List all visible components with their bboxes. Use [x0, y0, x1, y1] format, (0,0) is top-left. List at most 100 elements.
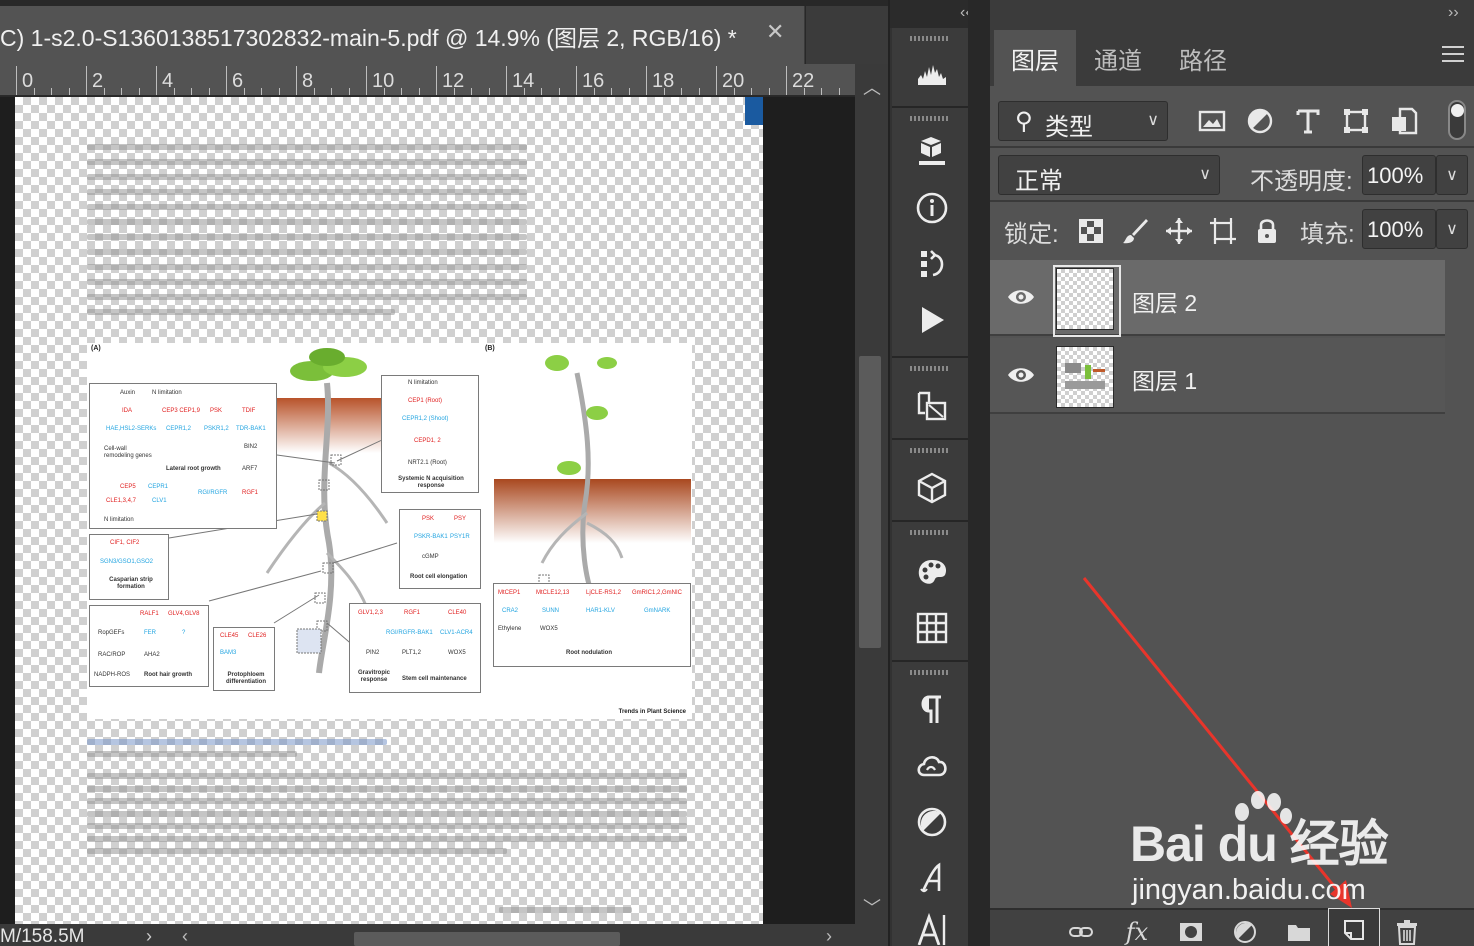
- horizontal-ruler[interactable]: 0 2 4 6 8 10 12 14 16 18 20 22: [0, 64, 855, 96]
- new-adjustment-layer-icon[interactable]: [1230, 918, 1260, 946]
- character-icon[interactable]: [912, 858, 952, 898]
- new-group-folder-icon[interactable]: [1284, 918, 1314, 946]
- tab-layers[interactable]: 图层: [994, 30, 1076, 86]
- history-icon[interactable]: [912, 244, 952, 284]
- layer-thumbnail[interactable]: [1056, 346, 1114, 408]
- figure-box-stem-cell: GLV1,2,3 RGF1 CLE40 RGI/RGFR-BAK1 CLV1-A…: [349, 603, 481, 693]
- visibility-eye-icon[interactable]: [1006, 364, 1036, 386]
- ruler-number: 6: [232, 70, 244, 92]
- grip-handle[interactable]: [910, 366, 950, 371]
- color-palette-icon[interactable]: [912, 552, 952, 592]
- lock-label: 锁定:: [1004, 221, 1059, 248]
- tab-paths[interactable]: 路径: [1160, 30, 1246, 86]
- link-layers-icon[interactable]: [1066, 918, 1096, 946]
- lock-all-padlock-icon[interactable]: [1252, 216, 1282, 246]
- ruler-minor-tick: [611, 88, 612, 95]
- layer-filter-label: 类型: [1045, 114, 1093, 141]
- layer-name[interactable]: 图层 2: [1132, 284, 1197, 318]
- grip-handle[interactable]: [910, 448, 950, 453]
- layer-name[interactable]: 图层 1: [1132, 362, 1197, 396]
- collapse-right-icon[interactable]: ››: [1448, 4, 1459, 22]
- filter-shape-icon[interactable]: [1340, 105, 1372, 137]
- status-menu-arrow-icon[interactable]: ›: [146, 926, 152, 946]
- vertical-scrollbar[interactable]: ︿ ﹀: [855, 64, 888, 924]
- filter-smart-object-icon[interactable]: [1388, 105, 1420, 137]
- layer-thumbnail[interactable]: [1053, 265, 1121, 337]
- histogram-icon[interactable]: [912, 54, 952, 94]
- fill-chevron-icon[interactable]: ∨: [1436, 209, 1468, 249]
- paragraph-icon[interactable]: [912, 690, 952, 730]
- pdf-text-line: [87, 848, 507, 854]
- layer-comps-icon[interactable]: [912, 132, 952, 172]
- opacity-chevron-icon[interactable]: ∨: [1436, 155, 1468, 195]
- visibility-eye-icon[interactable]: [1006, 286, 1036, 308]
- tab-channels[interactable]: 通道: [1076, 30, 1160, 86]
- layer-row-selected[interactable]: 图层 2: [990, 260, 1445, 337]
- pdf-text-line: [87, 294, 527, 300]
- grip-handle[interactable]: [910, 36, 950, 41]
- document-tab[interactable]: C) 1-s2.0-S1360138517302832-main-5.pdf @…: [0, 6, 805, 64]
- pdf-text-line: [87, 264, 527, 270]
- ruler-minor-tick: [821, 88, 822, 95]
- add-mask-icon[interactable]: [1176, 918, 1206, 946]
- lock-artboard-icon[interactable]: [1208, 216, 1238, 246]
- layer-style-fx-icon[interactable]: fx: [1122, 918, 1152, 946]
- ruler-minor-tick: [453, 88, 455, 95]
- scroll-left-icon[interactable]: ‹: [182, 926, 188, 946]
- ruler-number: 2: [92, 70, 104, 92]
- scroll-up-icon[interactable]: ︿: [863, 74, 881, 100]
- figure-box-root-hair: RALF1 GLV4,GLV8 RopGEFs FER ? RAC/ROP AH…: [89, 605, 209, 687]
- pdf-text-line: [87, 309, 395, 315]
- tool-group-2: [892, 108, 970, 358]
- grip-handle[interactable]: [910, 530, 950, 535]
- pdf-figure: (A) (B) Auxin N limitation IDA CEP3 CEP1…: [87, 343, 692, 719]
- horizontal-scroll-thumb[interactable]: [354, 932, 620, 946]
- fill-label: 填充:: [1300, 221, 1355, 248]
- glyphs-icon[interactable]: [912, 908, 952, 946]
- vertical-scroll-thumb[interactable]: [859, 356, 881, 648]
- ruler-minor-tick: [628, 88, 630, 95]
- lock-image-pixels-brush-icon[interactable]: [1120, 216, 1150, 246]
- swatches-grid-icon[interactable]: [912, 608, 952, 648]
- document-canvas[interactable]: (A) (B) Auxin N limitation IDA CEP3 CEP1…: [15, 97, 763, 926]
- ruler-minor-tick: [751, 88, 752, 95]
- ruler-minor-tick: [681, 88, 682, 95]
- pdf-text-line: [87, 279, 527, 285]
- actions-play-icon[interactable]: [912, 300, 952, 340]
- lock-transparent-pixels-icon[interactable]: [1076, 216, 1106, 246]
- opacity-input[interactable]: 100%: [1362, 155, 1436, 195]
- grip-handle[interactable]: [910, 116, 950, 121]
- layers-list: 图层 2 图层 1: [990, 258, 1474, 908]
- grip-handle[interactable]: [910, 670, 950, 675]
- scroll-down-icon[interactable]: ﹀: [863, 894, 881, 920]
- clone-source-icon[interactable]: [912, 386, 952, 426]
- tool-group-5: [892, 522, 970, 662]
- 3d-cube-icon[interactable]: [912, 468, 952, 508]
- creative-cloud-icon[interactable]: [912, 746, 952, 786]
- filter-adjustment-icon[interactable]: [1244, 105, 1276, 137]
- ruler-minor-tick: [208, 88, 210, 95]
- fill-input[interactable]: 100%: [1362, 209, 1436, 249]
- layer-filter-select[interactable]: ⚲ 类型 ∨: [998, 101, 1168, 141]
- ruler-major-tick: [436, 66, 437, 95]
- filter-toggle[interactable]: [1448, 100, 1466, 140]
- blend-mode-select[interactable]: 正常 ∨: [998, 155, 1220, 195]
- filter-type-icon[interactable]: [1292, 105, 1324, 137]
- lock-position-move-icon[interactable]: [1164, 216, 1194, 246]
- ruler-minor-tick: [121, 88, 122, 95]
- adjustments-icon[interactable]: [912, 802, 952, 842]
- panel-menu-icon[interactable]: [1442, 46, 1464, 68]
- filter-pixel-icon[interactable]: [1196, 105, 1228, 137]
- opacity-label: 不透明度:: [1250, 168, 1353, 195]
- close-tab-icon[interactable]: ✕: [766, 19, 784, 45]
- new-layer-icon: [1344, 920, 1364, 940]
- scroll-right-icon[interactable]: ›: [826, 926, 832, 946]
- fill-value: 100%: [1367, 217, 1424, 242]
- info-icon[interactable]: [912, 188, 952, 228]
- blend-mode-value: 正常: [1015, 168, 1063, 195]
- ruler-minor-tick: [698, 88, 700, 95]
- layer-row[interactable]: 图层 1: [990, 338, 1445, 414]
- delete-layer-trash-icon[interactable]: [1392, 918, 1422, 946]
- new-layer-button[interactable]: [1328, 908, 1380, 946]
- ruler-minor-tick: [733, 88, 735, 95]
